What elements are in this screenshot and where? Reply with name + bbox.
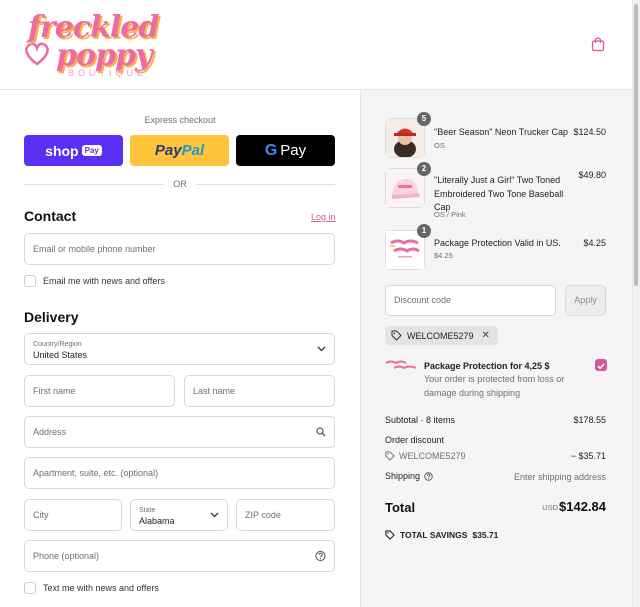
applied-discount-tag: WELCOME5279 ✕ (385, 326, 498, 345)
protection-logo-icon (385, 360, 417, 370)
email-placeholder: Email or mobile phone number (33, 244, 156, 254)
chevron-down-icon (317, 346, 326, 352)
shipping-row: Shipping (385, 471, 433, 481)
text-news-label: Text me with news and offers (43, 583, 159, 593)
discount-placeholder: Discount code (394, 295, 452, 305)
country-select[interactable]: Country/Region United States (24, 333, 335, 365)
checkout-form: Express checkout shop Pay Pay Pal G Pay O… (0, 90, 360, 607)
shipping-label: Shipping (385, 471, 421, 481)
phone-field[interactable]: Phone (optional) (24, 540, 335, 572)
store-logo[interactable]: freckled poppy BOUTIQUE (24, 10, 164, 78)
tag-icon (385, 530, 395, 540)
login-link[interactable]: Log in (311, 212, 336, 222)
item-variant: $4.25 (434, 251, 453, 260)
tag-icon (385, 451, 395, 461)
order-discount-label: Order discount (385, 435, 445, 445)
state-label: State (139, 507, 156, 514)
tag-icon (391, 330, 402, 341)
last-name-placeholder: Last name (193, 386, 236, 396)
apply-discount-button[interactable]: Apply (565, 285, 606, 316)
shop-pay-button[interactable]: shop Pay (24, 135, 123, 166)
item-price: $49.80 (578, 170, 606, 180)
text-news-checkbox[interactable] (24, 582, 36, 594)
product-thumbnail: 5 (385, 112, 431, 158)
country-value: United States (33, 350, 88, 360)
total-savings-value: $35.71 (472, 530, 499, 540)
apartment-field[interactable]: Apartment, suite, etc. (optional) (24, 457, 335, 489)
chevron-down-icon (210, 512, 219, 518)
total-currency: USD (542, 503, 558, 512)
applied-discount-code: WELCOME5279 (407, 330, 474, 341)
total-value: $142.84 (559, 499, 606, 514)
city-placeholder: City (33, 510, 49, 520)
total-label: Total (385, 500, 416, 515)
first-name-field[interactable]: First name (24, 375, 175, 407)
email-news-checkbox[interactable] (24, 275, 36, 287)
phone-placeholder: Phone (optional) (33, 551, 100, 561)
site-header: freckled poppy BOUTIQUE (0, 0, 632, 90)
google-g-icon: G (264, 141, 278, 159)
state-select[interactable]: State Alabama (130, 499, 228, 531)
help-icon[interactable] (315, 550, 326, 562)
protection-title: Package Protection for 4,25 $ (424, 361, 550, 371)
scrollbar-thumb[interactable] (634, 4, 638, 286)
shipping-value: Enter shipping address (513, 472, 606, 482)
shopping-bag-icon[interactable] (590, 36, 606, 52)
address-field[interactable]: Address (24, 416, 335, 448)
trucker-cap-image (386, 119, 424, 158)
protection-description: Your order is protected from loss or dam… (424, 374, 565, 398)
search-icon (316, 427, 326, 437)
shop-pay-label: shop (45, 142, 79, 159)
quantity-badge: 2 (417, 162, 431, 176)
product-thumbnail: 1 (385, 224, 431, 270)
remove-discount-icon[interactable]: ✕ (482, 330, 490, 341)
state-value: Alabama (139, 516, 175, 526)
first-name-placeholder: First name (33, 386, 76, 396)
city-field[interactable]: City (24, 499, 122, 531)
discount-code-label: WELCOME5279 (399, 451, 466, 461)
zip-field[interactable]: ZIP code (236, 499, 335, 531)
quantity-badge: 1 (417, 224, 431, 238)
paypal-label-part1: Pay (154, 142, 182, 159)
item-name: Package Protection Valid in US. (434, 238, 561, 248)
package-protection-logo (386, 231, 424, 269)
subtotal-value: $178.55 (573, 415, 606, 425)
item-variant: OS (434, 141, 445, 150)
help-icon[interactable] (424, 471, 433, 481)
apartment-placeholder: Apartment, suite, etc. (optional) (33, 468, 159, 478)
contact-heading: Contact (24, 208, 77, 224)
paypal-button[interactable]: Pay Pal (130, 135, 229, 166)
discount-code-row: WELCOME5279 (385, 451, 466, 461)
logo-line-3: BOUTIQUE (68, 68, 148, 78)
item-variant: OS / Pink (434, 210, 466, 219)
item-name: "Beer Season" Neon Trucker Cap (434, 127, 568, 137)
product-thumbnail: 2 (385, 162, 431, 208)
delivery-heading: Delivery (24, 309, 79, 325)
divider-right (196, 184, 335, 185)
last-name-field[interactable]: Last name (184, 375, 335, 407)
address-placeholder: Address (33, 427, 67, 437)
email-field[interactable]: Email or mobile phone number (24, 233, 335, 265)
shop-pay-badge: Pay (81, 145, 102, 156)
express-checkout-title: Express checkout (144, 115, 216, 125)
total-savings: TOTAL SAVINGS $35.71 (385, 530, 498, 540)
paypal-label-part2: Pal (181, 142, 205, 159)
google-pay-button[interactable]: G Pay (236, 135, 335, 166)
item-price: $4.25 (583, 238, 606, 248)
zip-placeholder: ZIP code (245, 510, 281, 520)
item-price: $124.50 (573, 127, 606, 137)
country-label: Country/Region (33, 341, 82, 348)
protection-checkbox[interactable] (595, 359, 607, 371)
email-news-label: Email me with news and offers (43, 276, 165, 286)
quantity-badge: 5 (417, 112, 431, 126)
checkmark-icon (597, 363, 605, 370)
subtotal-label: Subtotal · 8 items (385, 415, 456, 425)
discount-value: − $35.71 (570, 451, 606, 461)
google-pay-label: Pay (280, 142, 307, 159)
baseball-cap-image (386, 169, 424, 207)
item-name: "Literally Just a Girl" Two Toned Embroi… (434, 175, 564, 212)
total-savings-label: TOTAL SAVINGS (400, 530, 468, 540)
discount-code-field[interactable]: Discount code (385, 285, 556, 316)
order-summary: 5 "Beer Season" Neon Trucker Cap OS $124… (360, 90, 632, 607)
